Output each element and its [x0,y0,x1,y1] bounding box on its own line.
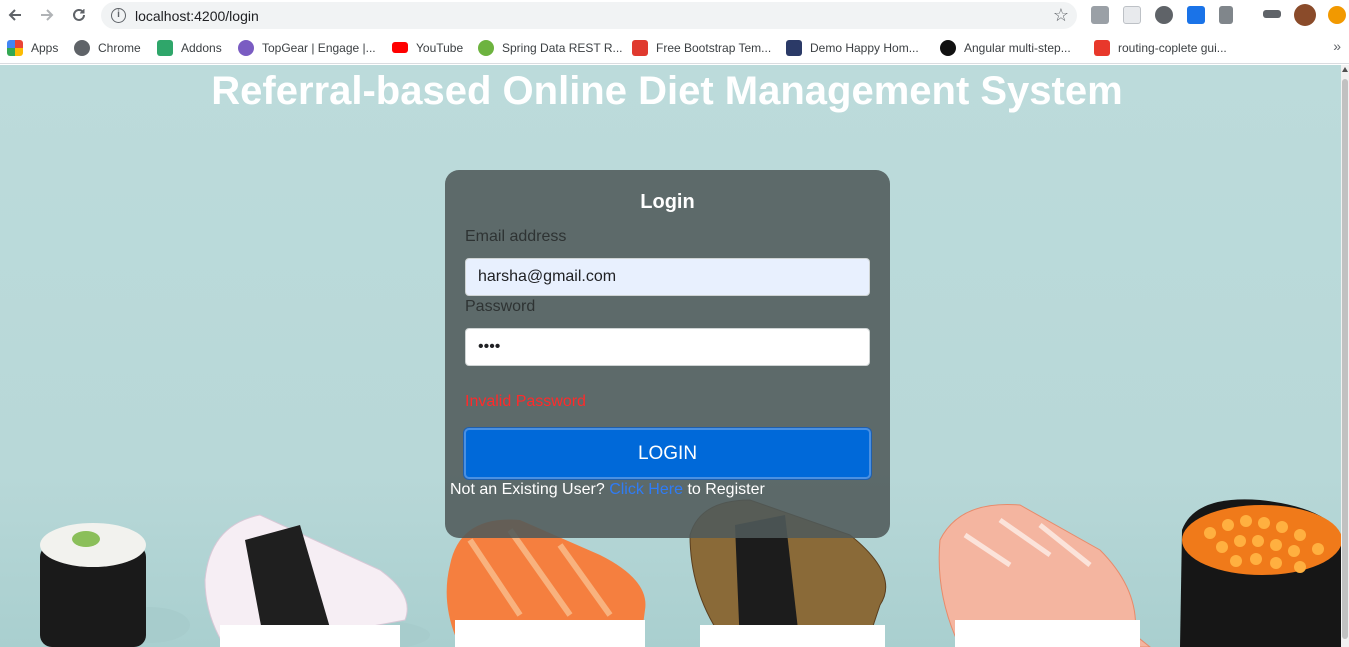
bookmark-youtube[interactable]: YouTube [392,39,463,56]
bookmark-bootstrap[interactable]: Free Bootstrap Tem... [632,39,771,56]
extension-blue-icon[interactable] [1187,6,1205,24]
bookmark-label: Demo Happy Hom... [810,40,919,55]
scroll-up-arrow-icon[interactable] [1342,67,1348,72]
password-label: Password [465,298,536,315]
bookmark-label: TopGear | Engage |... [262,40,376,55]
register-link[interactable]: Click Here [609,481,683,498]
extension-c-icon[interactable] [1219,6,1233,24]
g-logo-icon [940,39,956,56]
bookmark-topgear[interactable]: TopGear | Engage |... [238,39,376,56]
update-icon[interactable] [1328,6,1346,24]
register-suffix: to Register [687,481,765,498]
bookmark-spring[interactable]: Spring Data REST R... [478,39,623,56]
bookmarks-bar: Apps Chrome Addons TopGear | Engage |...… [0,31,1349,64]
bookmark-label: Apps [31,40,59,55]
extension-pocket-icon[interactable] [1123,6,1141,24]
extension-circle-icon[interactable] [1155,6,1173,24]
error-message: Invalid Password [465,393,586,410]
register-prefix: Not an Existing User? [450,481,605,498]
globe-icon [74,39,90,56]
bookmark-label: routing-coplete gui... [1118,40,1227,55]
s-logo-icon [632,39,648,56]
page-scrollbar[interactable] [1341,65,1349,647]
bookmark-chrome[interactable]: Chrome [74,39,141,56]
bookmark-label: YouTube [416,40,464,55]
back-arrow-icon[interactable] [4,4,26,26]
bookmark-apps[interactable]: Apps [7,39,58,56]
puzzle-icon [157,39,173,56]
address-bar[interactable]: i localhost:4200/login ☆ [101,2,1077,29]
w3-logo-icon [786,39,802,56]
page-title: Referral-based Online Diet Management Sy… [211,69,1123,113]
bookmark-star-icon[interactable]: ☆ [1053,5,1069,26]
apps-grid-icon [7,39,23,56]
bookmark-label: Chrome [98,40,141,55]
bookmark-addons[interactable]: Addons [157,39,222,56]
email-label: Email address [465,228,567,245]
password-input[interactable] [465,328,870,366]
youtube-icon [392,42,408,53]
bookmark-demo[interactable]: Demo Happy Hom... [786,39,919,56]
reload-icon[interactable] [68,4,90,26]
forward-arrow-icon[interactable] [36,4,58,26]
bookmark-label: Angular multi-step... [964,40,1071,55]
extension-cube-icon[interactable] [1091,6,1109,24]
scrollbar-thumb[interactable] [1342,79,1348,639]
routing-logo-icon [1094,39,1110,56]
profile-avatar[interactable] [1294,4,1316,26]
login-card: Login Email address Password Invalid Pas… [445,170,890,538]
email-input[interactable] [465,258,870,296]
info-icon[interactable]: i [111,8,126,23]
spring-leaf-icon [478,39,494,56]
register-prompt: Not an Existing User? Click Here to Regi… [450,481,765,499]
bookmark-label: Spring Data REST R... [502,40,623,55]
login-button[interactable]: LOGIN [464,428,871,479]
page-background: Referral-based Online Diet Management Sy… [0,65,1341,647]
key-icon[interactable] [1263,10,1281,18]
bookmark-label: Addons [181,40,222,55]
bookmark-routing[interactable]: routing-coplete gui... [1094,39,1227,56]
topgear-icon [238,39,254,56]
url-text[interactable]: localhost:4200/login [135,8,259,24]
bookmark-angular[interactable]: Angular multi-step... [940,39,1071,56]
browser-toolbar: i localhost:4200/login ☆ [0,0,1349,31]
more-bookmarks-icon[interactable]: » [1333,38,1341,54]
bookmark-label: Free Bootstrap Tem... [656,40,772,55]
login-title: Login [640,191,695,213]
